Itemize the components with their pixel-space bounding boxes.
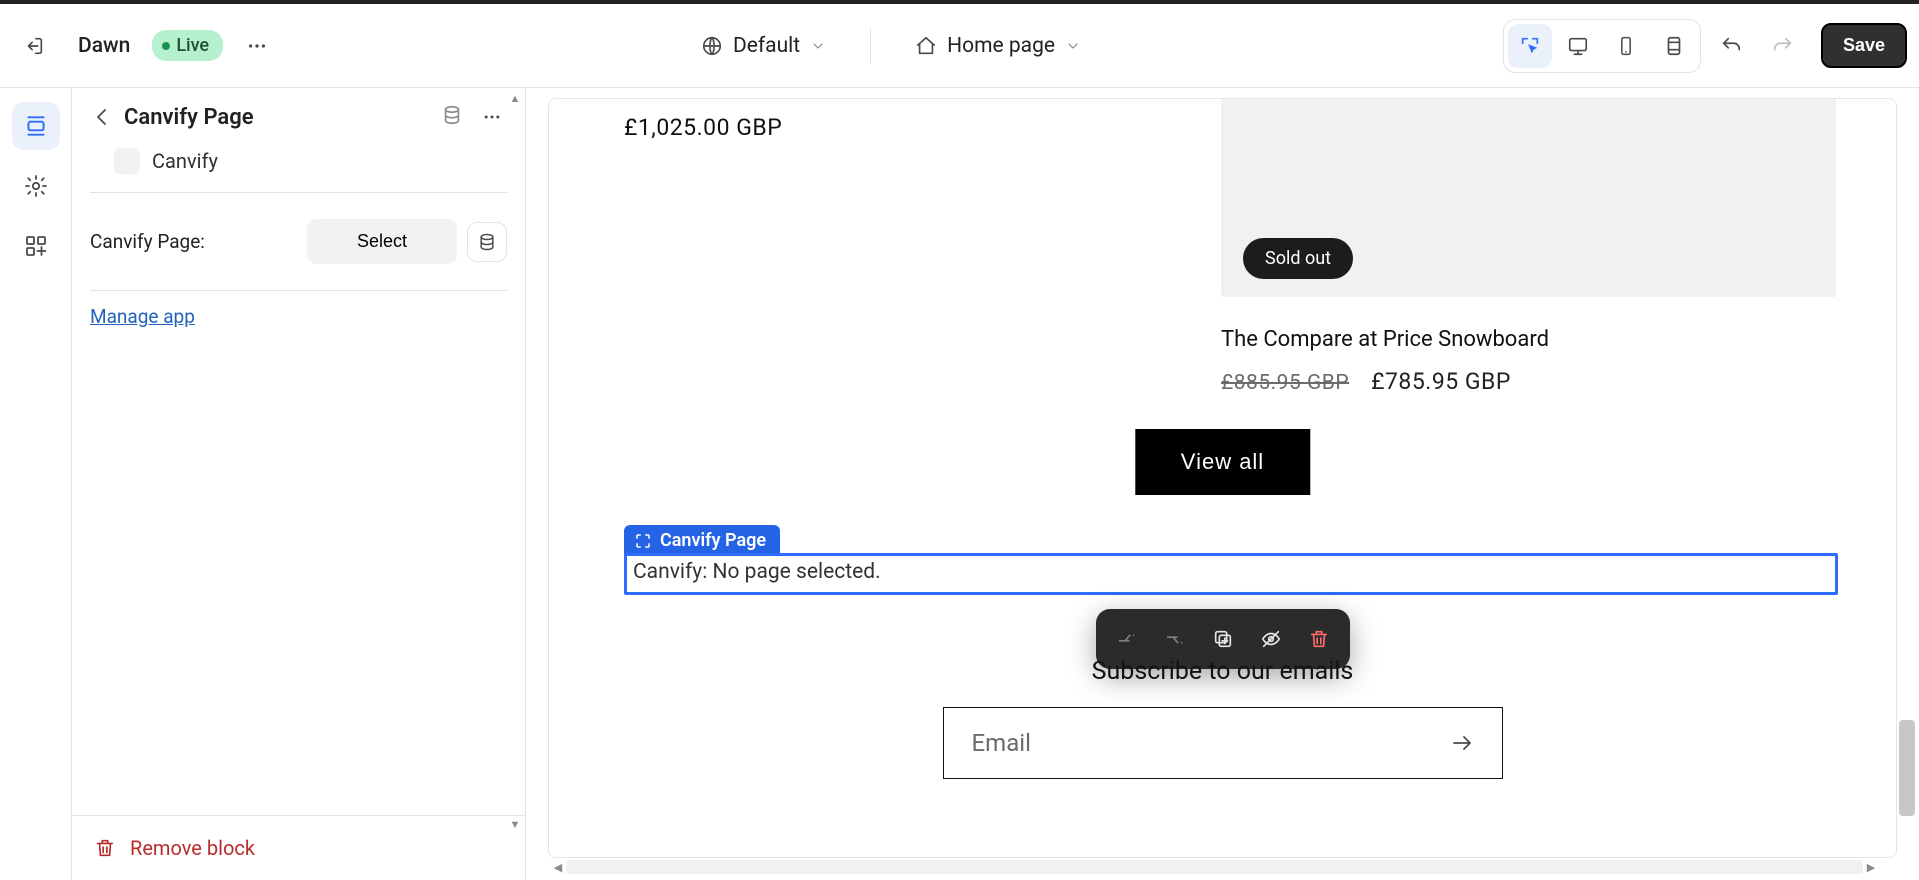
chevron-down-icon xyxy=(810,38,826,54)
theme-settings-tab[interactable] xyxy=(12,162,60,210)
sidebar-scroll-up[interactable]: ▲ xyxy=(508,92,522,106)
mobile-preview-button[interactable] xyxy=(1604,24,1648,68)
setting-label: Canvify Page: xyxy=(90,230,205,253)
product-image-placeholder: Sold out xyxy=(1221,98,1836,297)
delete-button[interactable] xyxy=(1296,617,1342,661)
section-title: Canvify Page xyxy=(124,105,254,130)
home-icon xyxy=(915,35,937,57)
save-button[interactable]: Save xyxy=(1821,23,1907,68)
subscribe-heading: Subscribe to our emails xyxy=(1092,657,1354,686)
hide-button[interactable] xyxy=(1248,617,1294,661)
duplicate-button[interactable] xyxy=(1200,617,1246,661)
product-price: £1,025.00 GBP xyxy=(624,114,782,141)
section-icon xyxy=(634,532,652,550)
sidebar-scroll-down[interactable]: ▼ xyxy=(508,818,522,832)
back-button[interactable] xyxy=(90,105,114,129)
compare-at-price: £885.95 GBP xyxy=(1221,371,1349,395)
product-card: Sold out The Compare at Price Snowboard … xyxy=(1221,98,1836,395)
exit-editor-button[interactable] xyxy=(12,24,56,68)
view-all-button[interactable]: View all xyxy=(1135,429,1310,495)
move-up-button[interactable] xyxy=(1104,617,1150,661)
topbar: Dawn Live Default Home page xyxy=(0,4,1919,88)
live-badge: Live xyxy=(152,30,223,61)
desktop-preview-button[interactable] xyxy=(1556,24,1600,68)
globe-icon xyxy=(701,35,723,57)
selected-section-box[interactable]: Canvify: No page selected. xyxy=(624,553,1838,595)
page-label: Home page xyxy=(947,34,1055,58)
email-subscribe-field[interactable]: Email xyxy=(943,707,1503,779)
trash-icon xyxy=(94,837,116,859)
redo-button[interactable] xyxy=(1761,24,1805,68)
canvas-vertical-scrollbar[interactable] xyxy=(1899,100,1915,856)
undo-button[interactable] xyxy=(1709,24,1753,68)
section-tag-label: Canvify Page xyxy=(660,530,766,551)
block-item-canvify[interactable]: Canvify xyxy=(72,142,525,190)
email-placeholder: Email xyxy=(972,729,1031,757)
remove-block-label: Remove block xyxy=(130,836,255,860)
move-down-button[interactable] xyxy=(1152,617,1198,661)
block-icon xyxy=(114,148,140,174)
dynamic-source-icon[interactable] xyxy=(441,104,463,130)
page-selector[interactable]: Home page xyxy=(903,28,1093,64)
section-more-button[interactable] xyxy=(477,102,507,132)
sale-price: £785.95 GBP xyxy=(1371,368,1511,395)
section-placeholder-text: Canvify: No page selected. xyxy=(633,560,881,584)
divider xyxy=(870,28,871,64)
block-label: Canvify xyxy=(152,149,218,173)
chevron-down-icon xyxy=(1065,38,1081,54)
locale-selector[interactable]: Default xyxy=(689,28,838,64)
selected-section-tag[interactable]: Canvify Page xyxy=(624,525,780,556)
sold-out-badge: Sold out xyxy=(1243,238,1353,279)
more-actions-button[interactable] xyxy=(235,24,279,68)
preview-canvas[interactable]: £1,025.00 GBP Sold out The Compare at Pr… xyxy=(526,88,1919,880)
left-rail xyxy=(0,88,72,880)
manage-app-link[interactable]: Manage app xyxy=(90,305,195,328)
connect-dynamic-source-button[interactable] xyxy=(467,222,507,262)
canvify-page-setting: Canvify Page: Select xyxy=(72,193,525,288)
app-embeds-tab[interactable] xyxy=(12,222,60,270)
theme-name: Dawn xyxy=(78,34,130,58)
select-page-button[interactable]: Select xyxy=(307,219,457,264)
product-title: The Compare at Price Snowboard xyxy=(1221,327,1836,352)
locale-label: Default xyxy=(733,34,800,58)
fullscreen-preview-button[interactable] xyxy=(1652,24,1696,68)
remove-block-button[interactable]: Remove block xyxy=(72,815,525,880)
sections-tab[interactable] xyxy=(12,102,60,150)
submit-arrow-icon xyxy=(1450,731,1474,755)
sidebar: ▲ Canvify Page Canvify Canvify Page: xyxy=(72,88,526,880)
inspector-mode-button[interactable] xyxy=(1508,24,1552,68)
viewport-switcher xyxy=(1503,19,1701,73)
canvas-horizontal-scrollbar[interactable]: ◀▶ xyxy=(550,860,1879,874)
